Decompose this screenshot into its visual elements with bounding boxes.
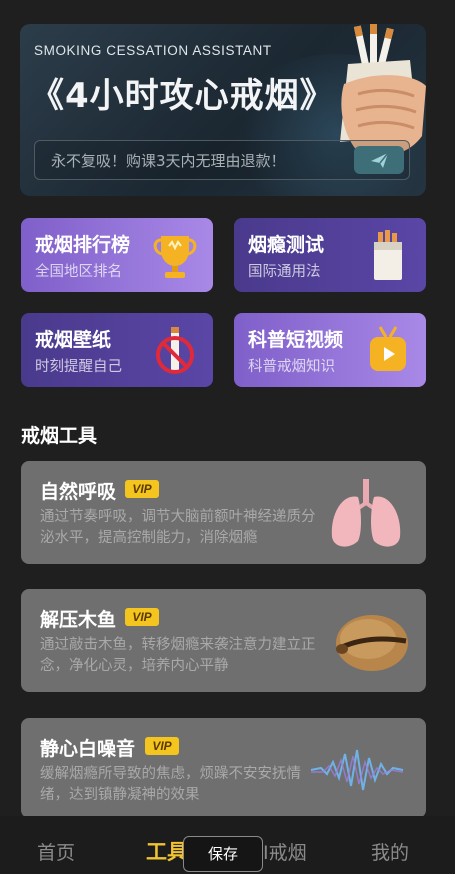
card-science-video[interactable]: 科普短视频 科普戒烟知识 [234,313,426,387]
tool-description: 通过敲击木鱼，转移烟瘾来袭注意力建立正念，净化心灵，培养内心平静 [40,637,316,674]
card-subtitle: 全国地区排名 [35,264,122,280]
vip-badge: VIP [145,737,179,755]
tool-wooden-fish[interactable]: 解压木鱼 VIP 通过敲击木鱼，转移烟瘾来袭注意力建立正念，净化心灵，培养内心平… [21,589,426,692]
nav-mine[interactable]: 我的 [371,838,409,865]
sound-wave-icon [310,749,404,791]
card-subtitle: 国际通用法 [248,264,321,280]
card-title: 戒烟壁纸 [35,329,112,351]
save-button[interactable]: 保存 [183,836,263,872]
send-button[interactable] [354,146,404,174]
card-ranking[interactable]: 戒烟排行榜 全国地区排名 [21,218,213,292]
tool-white-noise[interactable]: 静心白噪音 VIP 缓解烟瘾所导致的焦虑，烦躁不安安抚情绪，达到镇静凝神的效果 [21,718,426,818]
card-title: 科普短视频 [248,329,344,351]
vip-badge: VIP [125,608,159,626]
hero-subtitle: SMOKING CESSATION ASSISTANT [34,43,272,58]
card-subtitle: 科普戒烟知识 [248,359,335,375]
no-smoking-icon [156,327,194,374]
card-title: 烟瘾测试 [248,234,325,256]
paper-plane-icon [371,152,389,168]
wooden-fish-icon [336,615,408,671]
trophy-icon [153,236,197,278]
cigarette-pack-icon [374,230,402,280]
hero-banner[interactable]: SMOKING CESSATION ASSISTANT 《4小时攻心戒烟》 永不… [20,24,426,196]
card-subtitle: 时刻提醒自己 [35,359,122,375]
tool-name: 静心白噪音 [40,738,136,760]
card-addiction-test[interactable]: 烟瘾测试 国际通用法 [234,218,426,292]
nav-tools[interactable]: 工具 [146,836,188,866]
hero-promo-field[interactable]: 永不复吸！购课3天内无理由退款！ [34,140,410,180]
vip-badge: VIP [125,480,159,498]
card-wallpaper[interactable]: 戒烟壁纸 时刻提醒自己 [21,313,213,387]
lungs-icon [331,479,401,547]
tool-breathing[interactable]: 自然呼吸 VIP 通过节奏呼吸，调节大脑前额叶神经递质分泌水平，提高控制能力，消… [21,461,426,564]
tool-description: 通过节奏呼吸，调节大脑前额叶神经递质分泌水平，提高控制能力，消除烟瘾 [40,509,316,546]
hero-promo-text: 永不复吸！购课3天内无理由退款！ [51,152,286,170]
video-play-icon [370,326,406,371]
hero-title: 《4小时攻心戒烟》 [30,76,335,116]
card-title: 戒烟排行榜 [35,234,131,256]
tool-name: 解压木鱼 [40,609,117,631]
tool-name: 自然呼吸 [40,481,117,503]
section-title: 戒烟工具 [21,425,98,447]
nav-home[interactable]: 首页 [37,838,75,865]
tool-description: 缓解烟瘾所导致的焦虑，烦躁不安安抚情绪，达到镇静凝神的效果 [40,766,301,803]
